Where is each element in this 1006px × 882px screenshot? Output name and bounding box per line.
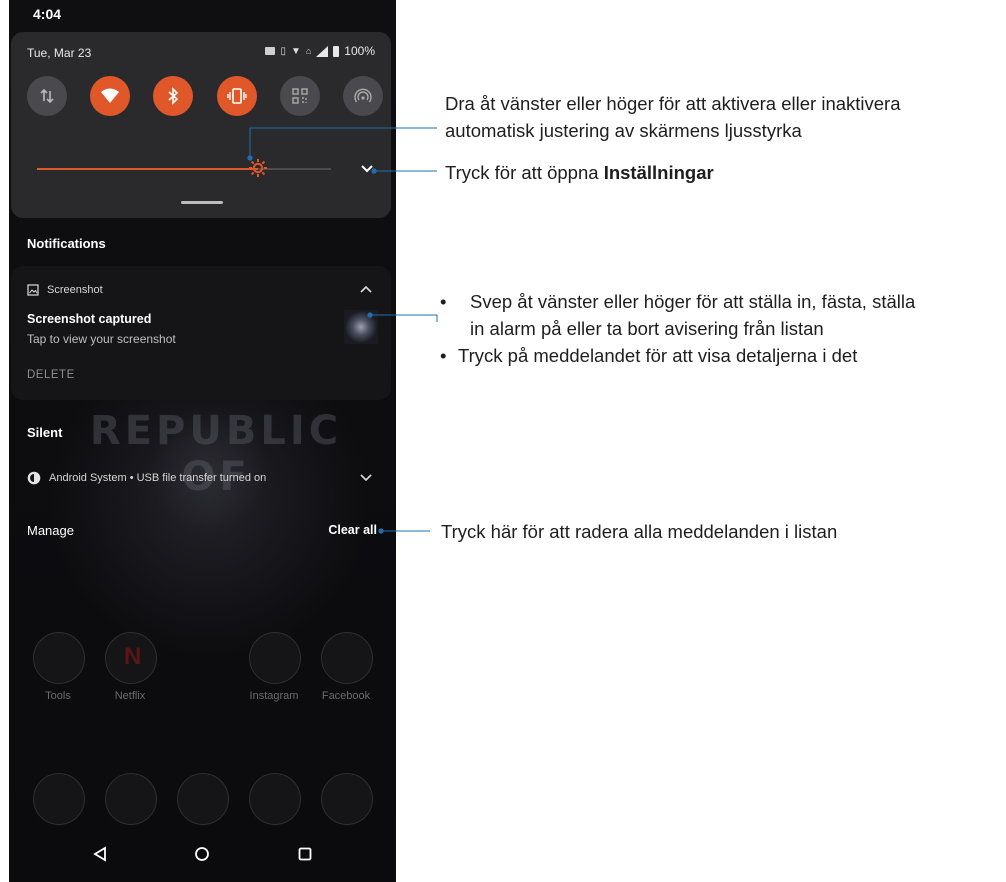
app-icon-instagram[interactable] [249,632,301,684]
bluetooth-icon [168,87,179,105]
phone-screen: REPUBLIC OF 4:04 Tue, Mar 23 ▯ ▼ ⌂ 100% [9,0,396,882]
netflix-icon: N [124,643,142,670]
navigation-bar [9,826,396,882]
app-icon-tools[interactable] [33,632,85,684]
hotspot-icon [354,88,372,103]
screenshot-notification[interactable]: Screenshot Screenshot captured Tap to vi… [11,266,391,400]
vibrate-status-icon: ▯ [280,45,286,57]
battery-percent: 100% [344,44,375,58]
notifications-header: Notifications [27,236,106,251]
silent-header: Silent [27,425,63,440]
notification-title: Screenshot captured [27,312,152,326]
battery-icon [333,45,340,57]
manage-button[interactable]: Manage [27,523,74,538]
swipe-bullet-line2: in alarm på eller ta bort avisering från… [470,318,824,339]
swipe-bullet: • Svep åt vänster eller höger för att st… [440,288,1000,342]
chevron-down-icon[interactable] [358,160,376,178]
brightness-slider[interactable] [37,159,331,177]
silent-notification[interactable]: Android System • USB file transfer turne… [11,460,391,496]
swipe-bullet-line1: Svep åt vänster eller höger för att stäl… [470,291,916,312]
qr-scan-tile[interactable] [279,76,320,116]
mobile-data-icon [40,88,54,104]
mobile-data-tile[interactable] [27,76,67,116]
app-label-instagram: Instagram [249,690,299,702]
app-icon-netflix[interactable]: N [105,632,157,684]
hotspot-tile[interactable] [342,76,383,116]
status-time: 4:04 [33,6,62,22]
brightness-icon[interactable] [248,158,268,178]
recents-icon[interactable] [297,846,313,862]
volte-icon: ⌂ [305,46,312,56]
screenshot-thumbnail[interactable] [344,310,378,344]
bluetooth-tile[interactable] [153,76,194,116]
chevron-down-icon[interactable] [358,470,374,486]
qs-date[interactable]: Tue, Mar 23 [27,46,91,60]
wifi-status-icon: ▼ [290,45,301,57]
clear-all-button[interactable]: Clear all [328,523,377,537]
back-icon[interactable] [92,846,108,862]
vibrate-tile[interactable] [216,76,257,116]
settings-callout-bold: Inställningar [603,162,714,183]
notification-app-name: Screenshot [47,284,103,296]
clear-all-callout: Tryck här för att radera alla meddelande… [441,521,838,542]
dock-messages[interactable] [105,773,157,825]
dock-chrome[interactable] [249,773,301,825]
home-icon[interactable] [194,846,210,862]
app-label-tools: Tools [45,690,71,702]
app-icon-facebook[interactable] [321,632,373,684]
qs-tiles [27,76,383,116]
nfc-icon [265,47,276,55]
quick-settings-panel: Tue, Mar 23 ▯ ▼ ⌂ 100% [11,32,391,218]
wifi-tile[interactable] [90,76,131,116]
wifi-icon [101,88,120,103]
brightness-callout: Dra åt vänster eller höger för att aktiv… [445,90,901,144]
qr-code-icon [292,88,308,104]
dock-camera[interactable] [321,773,373,825]
notification-callout-list: • Svep åt vänster eller höger för att st… [440,288,1000,369]
delete-button[interactable]: DELETE [27,369,75,381]
signal-icon [316,45,329,57]
dock-armoury[interactable] [177,773,229,825]
brightness-callout-line1: Dra åt vänster eller höger för att aktiv… [445,93,901,114]
android-system-icon [27,471,41,485]
brightness-callout-line2: automatisk justering av skärmens ljussty… [445,120,802,141]
settings-callout-text: Tryck för att öppna [445,162,604,183]
app-label-facebook: Facebook [321,690,371,702]
tap-bullet: • Tryck på meddelandet för att visa deta… [440,342,1000,369]
chevron-up-icon[interactable] [358,282,374,298]
drag-handle[interactable] [181,201,223,204]
brightness-slider-fill [37,168,258,170]
tap-bullet-text: Tryck på meddelandet för att visa detalj… [458,345,858,366]
dock-phone[interactable] [33,773,85,825]
notification-body: Tap to view your screenshot [27,332,176,346]
app-label-netflix: Netflix [114,690,146,702]
qs-status-icons: ▯ ▼ ⌂ 100% [265,44,375,58]
silent-notification-text: Android System • USB file transfer turne… [49,472,267,484]
notification-app-row: Screenshot [27,284,103,296]
settings-callout: Tryck för att öppna Inställningar [445,159,714,186]
vibrate-icon [226,88,247,104]
image-icon [27,284,39,296]
